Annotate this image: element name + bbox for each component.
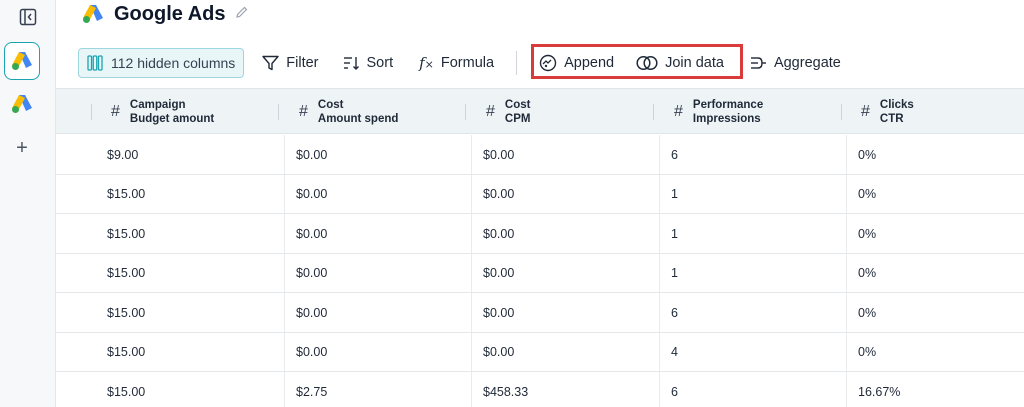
google-ads-logo-icon — [12, 95, 32, 113]
hidden-columns-button[interactable]: 112 hidden columns — [78, 48, 245, 78]
column-divider — [278, 104, 279, 120]
page-header: Google Ads — [82, 0, 249, 28]
edit-title-icon[interactable] — [235, 5, 249, 24]
filter-icon — [262, 55, 279, 71]
table-row[interactable]: $15.00 $2.75 $458.33 6 16.67% — [56, 372, 1024, 407]
cell-impressions[interactable]: 1 — [671, 214, 678, 253]
cell-ctr[interactable]: 0% — [858, 175, 876, 214]
filter-label: Filter — [286, 55, 319, 71]
cell-ctr[interactable]: 0% — [858, 254, 876, 293]
source-google-ads-active[interactable] — [4, 42, 40, 80]
cell-budget-amount[interactable]: $15.00 — [107, 254, 145, 293]
sort-label: Sort — [366, 55, 394, 71]
left-rail: + — [0, 0, 56, 407]
table-row[interactable]: $15.00 $0.00 $0.00 1 0% — [56, 214, 1024, 254]
number-type-icon: # — [861, 103, 870, 120]
cell-cpm[interactable]: $0.00 — [483, 214, 514, 253]
cell-amount-spend[interactable]: $0.00 — [296, 254, 327, 293]
cell-amount-spend[interactable]: $0.00 — [296, 135, 327, 174]
cell-amount-spend[interactable]: $0.00 — [296, 175, 327, 214]
formula-label: Formula — [440, 55, 495, 71]
sort-icon — [343, 57, 359, 70]
cell-impressions[interactable]: 4 — [671, 333, 678, 372]
table-row[interactable]: $15.00 $0.00 $0.00 1 0% — [56, 254, 1024, 293]
column-divider — [653, 104, 654, 120]
cell-impressions[interactable]: 6 — [671, 293, 678, 332]
number-type-icon: # — [111, 103, 120, 120]
table-row[interactable]: $15.00 $0.00 $0.00 1 0% — [56, 175, 1024, 214]
cell-budget-amount[interactable]: $15.00 — [107, 175, 145, 214]
add-source-button[interactable]: + — [4, 130, 40, 166]
aggregate-icon — [750, 57, 766, 69]
formula-button[interactable]: f× Formula — [419, 54, 494, 72]
aggregate-label: Aggregate — [773, 55, 841, 71]
cell-cpm[interactable]: $0.00 — [483, 333, 514, 372]
column-header-impressions[interactable]: # Performance Impressions — [674, 89, 763, 135]
column-label: CTR — [879, 113, 904, 125]
google-ads-logo-icon — [83, 5, 103, 23]
column-label: Amount spend — [317, 113, 399, 125]
append-join-highlight-box — [531, 44, 743, 79]
plus-icon: + — [16, 136, 28, 159]
aggregate-button[interactable]: Aggregate — [750, 55, 841, 71]
column-header-budget-amount[interactable]: # Campaign Budget amount — [111, 89, 214, 135]
column-header-ctr[interactable]: # Clicks CTR — [861, 89, 914, 135]
cell-impressions[interactable]: 1 — [671, 254, 678, 293]
cell-impressions[interactable]: 6 — [671, 135, 678, 174]
cell-ctr[interactable]: 0% — [858, 293, 876, 332]
cell-budget-amount[interactable]: $15.00 — [107, 333, 145, 372]
cell-cpm[interactable]: $458.33 — [483, 372, 528, 407]
number-type-icon: # — [674, 103, 683, 120]
page-title: Google Ads — [114, 2, 226, 25]
column-group-label: Cost — [504, 99, 531, 111]
column-divider — [91, 104, 92, 120]
column-group-label: Clicks — [879, 99, 914, 111]
table-header: # Campaign Budget amount # Cost Amount spe… — [56, 88, 1024, 134]
column-group-label: Performance — [692, 99, 764, 111]
filter-button[interactable]: Filter — [262, 55, 319, 71]
cell-ctr[interactable]: 0% — [858, 333, 876, 372]
hidden-columns-label: 112 hidden columns — [111, 55, 236, 71]
cell-budget-amount[interactable]: $15.00 — [107, 214, 145, 253]
cell-budget-amount[interactable]: $15.00 — [107, 293, 145, 332]
table-row[interactable]: $15.00 $0.00 $0.00 6 0% — [56, 293, 1024, 333]
column-divider — [465, 104, 466, 120]
cell-cpm[interactable]: $0.00 — [483, 135, 514, 174]
number-type-icon: # — [299, 103, 308, 120]
source-google-ads[interactable] — [4, 84, 40, 124]
columns-icon — [87, 55, 103, 71]
google-ads-logo-icon — [12, 52, 32, 70]
cell-budget-amount[interactable]: $15.00 — [107, 372, 145, 407]
formula-icon: f× — [419, 54, 434, 72]
column-group-label: Cost — [317, 99, 344, 111]
cell-impressions[interactable]: 6 — [671, 372, 678, 407]
cell-ctr[interactable]: 16.67% — [858, 372, 900, 407]
column-header-amount-spend[interactable]: # Cost Amount spend — [299, 89, 398, 135]
column-label: CPM — [504, 113, 531, 125]
cell-impressions[interactable]: 1 — [671, 175, 678, 214]
column-group-label: Campaign — [129, 99, 186, 111]
cell-ctr[interactable]: 0% — [858, 135, 876, 174]
table-row[interactable]: $15.00 $0.00 $0.00 4 0% — [56, 333, 1024, 372]
table-body: $9.00 $0.00 $0.00 6 0% $15.00 $0.00 $0.0… — [56, 135, 1024, 407]
toolbar-divider — [516, 51, 518, 75]
cell-budget-amount[interactable]: $9.00 — [107, 135, 138, 174]
cell-cpm[interactable]: $0.00 — [483, 254, 514, 293]
cell-cpm[interactable]: $0.00 — [483, 293, 514, 332]
sort-button[interactable]: Sort — [343, 55, 394, 71]
cell-ctr[interactable]: 0% — [858, 214, 876, 253]
column-header-cpm[interactable]: # Cost CPM — [486, 89, 530, 135]
cell-amount-spend[interactable]: $0.00 — [296, 293, 327, 332]
collapse-sidebar-icon[interactable] — [8, 0, 48, 34]
column-divider — [841, 104, 842, 120]
cell-amount-spend[interactable]: $2.75 — [296, 372, 327, 407]
cell-amount-spend[interactable]: $0.00 — [296, 333, 327, 372]
cell-cpm[interactable]: $0.00 — [483, 175, 514, 214]
column-label: Impressions — [692, 113, 761, 125]
number-type-icon: # — [486, 103, 495, 120]
column-label: Budget amount — [129, 113, 215, 125]
table-row[interactable]: $9.00 $0.00 $0.00 6 0% — [56, 135, 1024, 175]
cell-amount-spend[interactable]: $0.00 — [296, 214, 327, 253]
